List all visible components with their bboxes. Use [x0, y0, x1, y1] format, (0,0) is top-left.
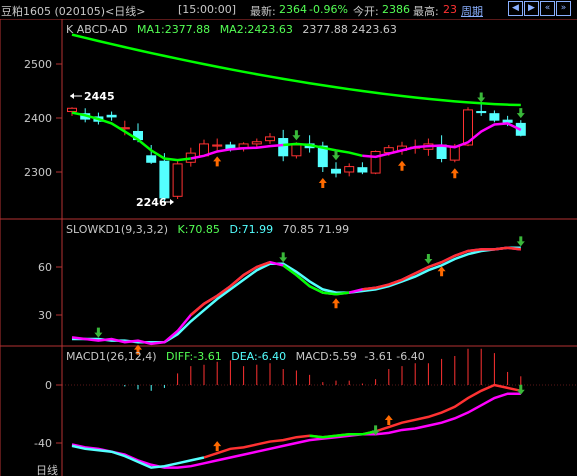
- macd-indicator-label: MACD1(26,12,4) DIFF:-3.61 DEA:-6.40 MACD…: [66, 350, 425, 363]
- macd-dea-line: [71, 392, 521, 469]
- candlestick-plot: [67, 33, 526, 202]
- candle-body: [278, 138, 289, 157]
- macd-y-ticks: 0 -40: [34, 379, 62, 450]
- period-label: 日线: [36, 463, 58, 476]
- candle-body: [251, 141, 262, 145]
- sell-signal-arrow: [94, 327, 103, 338]
- candle-body: [67, 107, 77, 113]
- macd-macd-label: MACD:5.59: [296, 350, 357, 363]
- sell-signal-arrow: [516, 108, 525, 119]
- high-marker: 2445: [70, 90, 115, 103]
- high-label: 最高:: [413, 5, 439, 18]
- candle-body: [291, 144, 302, 157]
- sell-signal-arrow: [424, 254, 433, 264]
- candle-body: [212, 144, 223, 147]
- ma1-label: MA1:2377.88: [137, 23, 210, 36]
- candle-body: [146, 155, 157, 163]
- kd-plot: [71, 236, 525, 355]
- open-label: 今开:: [353, 5, 379, 18]
- y-tick: 0: [45, 379, 52, 392]
- double-right-icon[interactable]: »: [556, 1, 571, 16]
- sell-signal-arrow: [516, 236, 525, 247]
- kd-d-label: D:71.99: [229, 223, 273, 236]
- candle-body: [172, 163, 183, 197]
- candle-body: [331, 168, 341, 174]
- macd-dea-label: DEA:-6.40: [231, 350, 286, 363]
- candle-body: [476, 111, 487, 114]
- kd-d-line: [72, 246, 521, 344]
- y-tick: -40: [34, 437, 52, 450]
- macd-diff-label: DIFF:-3.61: [166, 350, 222, 363]
- latest-price: 2364: [279, 3, 307, 16]
- y-tick: 2400: [24, 112, 52, 125]
- y-tick: 2500: [24, 58, 52, 71]
- high-price: 23: [443, 3, 457, 16]
- buy-signal-arrow: [332, 298, 340, 309]
- main-y-ticks: 2500 2400 2300: [24, 58, 62, 179]
- y-tick: 2300: [24, 166, 52, 179]
- candle-body: [357, 167, 368, 173]
- high-marker-label: 2445: [84, 90, 115, 103]
- candle-body: [489, 113, 500, 121]
- kd-name: SLOWKD1(9,3,3,2): [66, 223, 168, 236]
- y-tick: 30: [38, 309, 52, 322]
- buy-signal-arrow: [384, 415, 393, 426]
- ma2-label: MA2:2423.63: [220, 23, 293, 36]
- kd-indicator-label: SLOWKD1(9,3,3,2) K:70.85 D:71.99 70.85 7…: [66, 223, 349, 236]
- quote-time: [15:00:00]: [178, 3, 236, 16]
- instrument-title: 豆粕1605 (020105)<日线>: [1, 5, 146, 18]
- macd-diff-line: [71, 444, 205, 469]
- indicator-name: K ABCD-AD: [66, 23, 127, 36]
- kd-y-ticks: 60 30: [38, 261, 62, 322]
- candle-body: [370, 150, 381, 174]
- quote-header: 豆粕1605 (020105)<日线> [15:00:00] 最新: 2364 …: [0, 0, 577, 19]
- candle-body: [344, 166, 355, 173]
- kd-k-line: [71, 246, 521, 346]
- latest-label: 最新:: [250, 5, 276, 18]
- chart-area[interactable]: K ABCD-AD MA1:2377.88 MA2:2423.63 2377.8…: [0, 19, 577, 476]
- change-percent: -0.96%: [309, 3, 348, 16]
- buy-signal-arrow: [450, 168, 459, 179]
- ma-values: 2377.88 2423.63: [302, 23, 396, 36]
- macd-plot: [62, 348, 577, 469]
- y-tick: 60: [38, 261, 52, 274]
- kd-values: 70.85 71.99: [283, 223, 349, 236]
- candle-body: [159, 160, 170, 199]
- buy-signal-arrow: [318, 178, 327, 188]
- candle-body: [502, 119, 513, 123]
- main-indicator-label: K ABCD-AD MA1:2377.88 MA2:2423.63 2377.8…: [66, 23, 397, 36]
- ma2-line: [71, 33, 521, 107]
- buy-signal-arrow: [213, 441, 222, 452]
- open-price: 2386: [382, 3, 410, 16]
- sell-signal-arrow: [292, 130, 301, 141]
- candle-body: [265, 136, 275, 142]
- sell-signal-arrow: [477, 92, 486, 103]
- kd-k-label: K:70.85: [178, 223, 220, 236]
- ma1-line: [71, 111, 191, 162]
- arrow-right-icon[interactable]: ▶: [524, 1, 539, 16]
- macd-values: -3.61 -6.40: [364, 350, 424, 363]
- arrow-left-icon[interactable]: ◀: [508, 1, 523, 16]
- macd-name: MACD1(26,12,4): [66, 350, 157, 363]
- candle-body: [106, 114, 117, 118]
- buy-signal-arrow: [398, 160, 406, 171]
- double-left-icon[interactable]: «: [540, 1, 555, 16]
- sell-signal-arrow: [279, 252, 288, 263]
- macd-diff-line: [203, 383, 522, 459]
- buy-signal-arrow: [213, 156, 222, 167]
- period-link[interactable]: 周期: [461, 3, 483, 19]
